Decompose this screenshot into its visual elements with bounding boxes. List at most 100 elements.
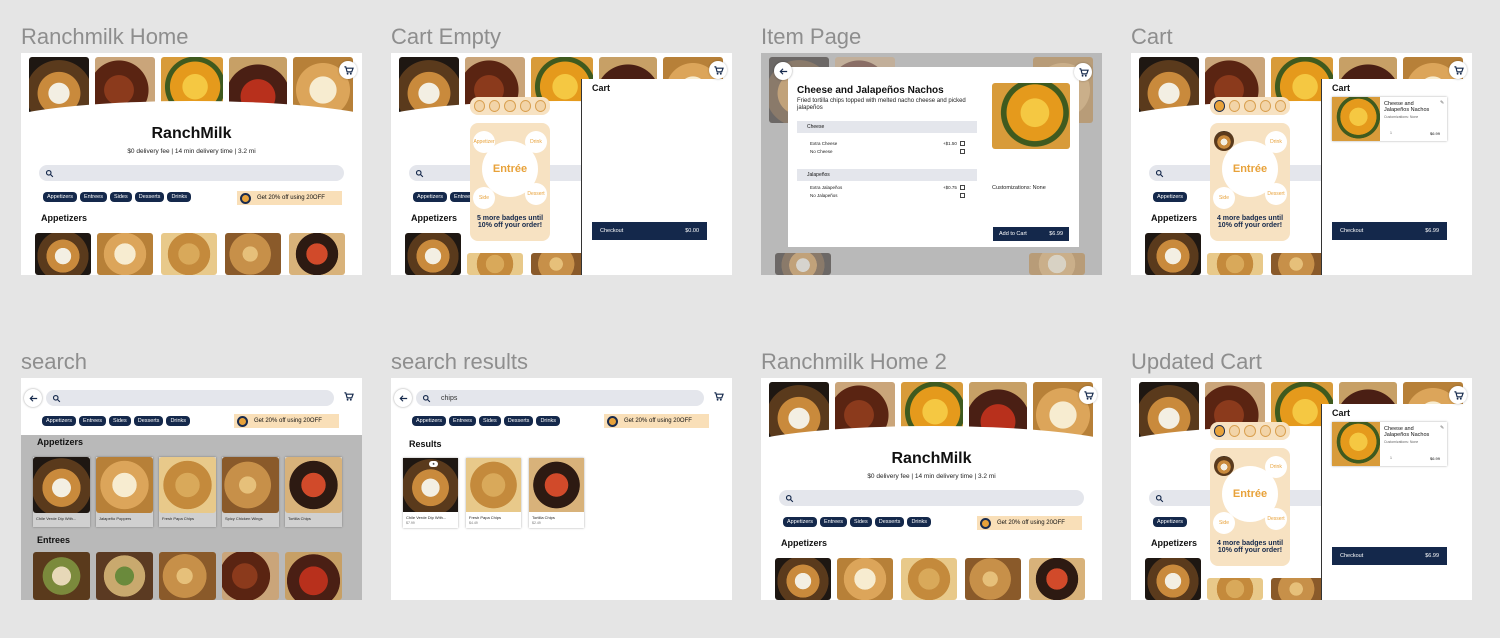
menu-item-card[interactable] (901, 558, 957, 600)
result-card[interactable]: Fresh Papa Chips $4.49 (466, 458, 521, 528)
menu-item-card[interactable] (161, 233, 217, 275)
menu-item-card[interactable] (1145, 233, 1201, 275)
promo-banner[interactable]: Get 20% off using 20OFF (604, 414, 709, 428)
chip-appetizers[interactable]: Appetizers (43, 192, 77, 202)
search-bar[interactable] (39, 165, 344, 181)
option-group-cheese[interactable]: Cheese (797, 121, 977, 133)
menu-item-card[interactable] (467, 253, 523, 275)
menu-item-card[interactable] (285, 552, 342, 600)
menu-item-card[interactable] (405, 233, 461, 275)
checkbox-no-jalapenos[interactable] (960, 193, 965, 198)
menu-item-card[interactable] (35, 233, 91, 275)
back-button[interactable] (24, 389, 42, 407)
menu-item-card[interactable] (97, 233, 153, 275)
chip-drinks[interactable]: Drinks (166, 416, 191, 426)
edit-icon[interactable]: ✎ (1440, 100, 1444, 106)
menu-item-card[interactable] (837, 558, 893, 600)
result-card[interactable]: Tortilla Chips $2.49 (529, 458, 584, 528)
menu-item-card[interactable]: Chile Verde Dip With... (33, 457, 90, 527)
menu-item-card[interactable]: Spicy Chicken Wings (222, 457, 279, 527)
chip-sides[interactable]: Sides (849, 517, 872, 527)
cart-item-name: Cheese and Jalapeños Nachos (1384, 426, 1430, 439)
chip-desserts[interactable]: Desserts (133, 416, 164, 426)
chip-sides[interactable]: Sides (109, 192, 132, 202)
chip-appetizers[interactable]: Appetizers (42, 416, 76, 426)
store-info: $0 delivery fee | 14 min delivery time |… (127, 148, 256, 155)
cart-button[interactable] (339, 61, 357, 79)
chip-entrees[interactable]: Entrees (79, 416, 106, 426)
chip-drinks[interactable]: Drinks (167, 192, 192, 202)
cart-button[interactable] (709, 387, 727, 405)
menu-item-card[interactable] (1029, 558, 1085, 600)
chip-sides[interactable]: Sides (108, 416, 131, 426)
cart-item-qty[interactable]: 1 (1390, 131, 1392, 135)
menu-item-card[interactable] (1271, 578, 1327, 600)
search-icon (785, 494, 794, 502)
chip-drinks[interactable]: Drinks (536, 416, 561, 426)
cart-button[interactable] (1449, 61, 1467, 79)
menu-item-card[interactable] (159, 552, 216, 600)
checkbox-extra-cheese[interactable] (960, 141, 965, 146)
menu-item-card[interactable] (222, 552, 279, 600)
badge-card: Entrée Drink Side Dessert 4 more badges … (1210, 123, 1290, 241)
checkout-button[interactable]: Checkout $6.99 (1332, 222, 1447, 240)
menu-item-card[interactable] (1145, 558, 1201, 600)
chip-desserts[interactable]: Desserts (503, 416, 534, 426)
cart-icon (343, 65, 354, 75)
cart-button[interactable] (709, 61, 727, 79)
checkbox-extra-jalapenos[interactable] (960, 185, 965, 190)
back-button[interactable] (394, 389, 412, 407)
promo-banner[interactable]: Get 20% off using 20OFF (977, 516, 1082, 530)
cart-button[interactable] (339, 387, 357, 405)
chip-desserts[interactable]: Desserts (874, 517, 905, 527)
chip-appetizers[interactable]: Appetizers (412, 416, 446, 426)
cart-button[interactable] (1079, 386, 1097, 404)
menu-item-card[interactable] (1207, 253, 1263, 275)
menu-item-card[interactable] (531, 253, 587, 275)
cart-item[interactable]: Cheese and Jalapeños Nachos Customizatio… (1332, 97, 1447, 141)
chip-appetizers[interactable]: Appetizers (1153, 192, 1187, 202)
checkout-button[interactable]: Checkout $0.00 (592, 222, 707, 240)
cart-button[interactable] (1449, 386, 1467, 404)
result-card[interactable]: ★ Chile Verde Dip With... $7.99 (403, 458, 458, 528)
menu-item-card[interactable] (33, 552, 90, 600)
cart-item-qty[interactable]: 1 (1390, 456, 1392, 460)
menu-item-card[interactable] (289, 233, 345, 275)
chip-entrees[interactable]: Entrees (449, 416, 476, 426)
promo-banner[interactable]: Get 20% off using 20OFF (237, 191, 342, 205)
menu-item-card[interactable] (1207, 578, 1263, 600)
search-input[interactable]: chips (416, 390, 704, 406)
back-arrow-icon (778, 67, 787, 75)
checkbox-no-cheese[interactable] (960, 149, 965, 154)
menu-item-card[interactable]: Tortilla Chips (285, 457, 342, 527)
menu-item-card[interactable] (225, 233, 281, 275)
edit-icon[interactable]: ✎ (1440, 425, 1444, 431)
menu-item-card[interactable]: Jalapeño Poppers (96, 457, 153, 527)
cart-item[interactable]: Cheese and Jalapeños Nachos Customizatio… (1332, 422, 1447, 466)
cart-button[interactable] (1074, 63, 1092, 81)
frame-home: RanchMilk $0 delivery fee | 14 min deliv… (21, 53, 362, 275)
menu-item-card[interactable]: Fresh Papa Chips (159, 457, 216, 527)
frame-label-home: Ranchmilk Home (21, 24, 189, 49)
search-bar[interactable] (779, 490, 1084, 506)
chip-sides[interactable]: Sides (478, 416, 501, 426)
menu-item-card[interactable] (775, 558, 831, 600)
chip-desserts[interactable]: Desserts (134, 192, 165, 202)
menu-item-card[interactable] (965, 558, 1021, 600)
promo-banner[interactable]: Get 20% off using 20OFF (234, 414, 339, 428)
menu-item-card[interactable] (1271, 253, 1327, 275)
cart-icon (1453, 390, 1464, 400)
chip-appetizers[interactable]: Appetizers (413, 192, 447, 202)
menu-item-card[interactable] (96, 552, 153, 600)
option-group-jalapenos[interactable]: Jalapeños (797, 169, 977, 181)
add-to-cart-button[interactable]: Add to Cart $6.99 (993, 227, 1069, 241)
chip-entrees[interactable]: Entrees (820, 517, 847, 527)
chip-appetizers[interactable]: Appetizers (1153, 517, 1187, 527)
result-price: $4.49 (469, 521, 478, 525)
chip-appetizers[interactable]: Appetizers (783, 517, 817, 527)
chip-drinks[interactable]: Drinks (907, 517, 932, 527)
checkout-button[interactable]: Checkout $6.99 (1332, 547, 1447, 565)
back-button[interactable] (774, 62, 792, 80)
search-input[interactable] (46, 390, 334, 406)
chip-entrees[interactable]: Entrees (80, 192, 107, 202)
